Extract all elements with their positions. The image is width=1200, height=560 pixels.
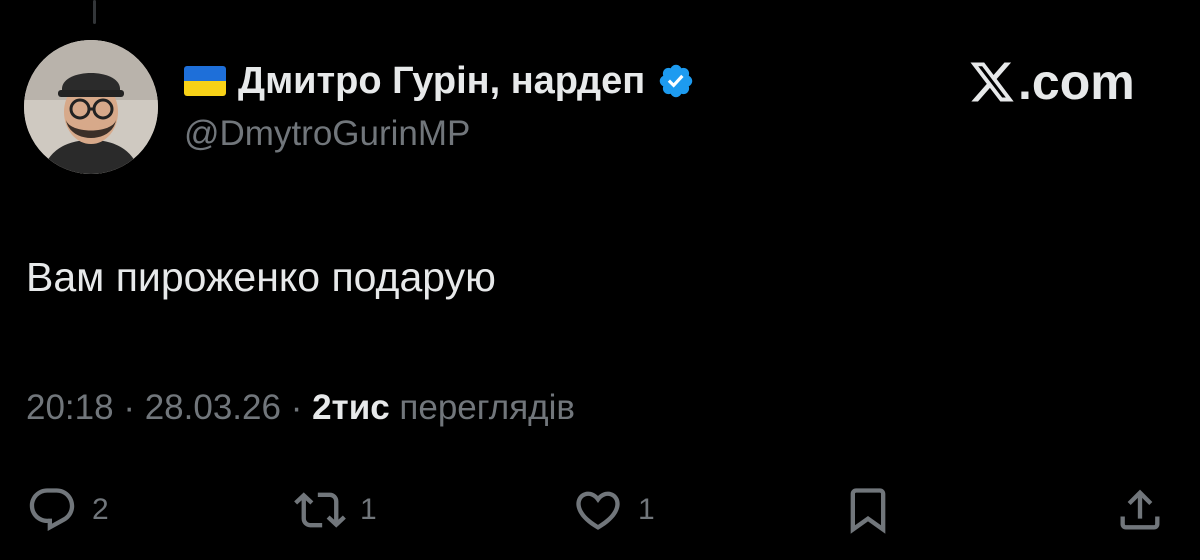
verified-badge-icon <box>657 62 695 100</box>
heart-icon <box>572 484 624 536</box>
retweet-count: 1 <box>360 493 377 526</box>
x-logo-icon <box>968 58 1016 106</box>
reply-icon <box>26 484 78 536</box>
brand-logo: .com <box>968 54 1135 110</box>
tweet-text: Вам пироженко подарую <box>26 254 496 300</box>
meta-separator: · <box>123 388 135 427</box>
like-button[interactable]: 1 <box>572 480 655 540</box>
share-icon <box>1114 484 1166 536</box>
reply-count: 2 <box>92 493 109 526</box>
tweet-meta: 20:18 · 28.03.26 · 2тис переглядів <box>26 388 575 428</box>
author-handle[interactable]: @DmytroGurinMP <box>184 114 470 154</box>
tweet-time[interactable]: 20:18 <box>26 388 114 427</box>
brand-domain-suffix: .com <box>1018 54 1135 110</box>
tweet-date[interactable]: 28.03.26 <box>145 388 281 427</box>
ukraine-flag-icon <box>184 66 226 96</box>
tweet-action-bar: 2 1 1 <box>0 480 1200 540</box>
views-count[interactable]: 2тис <box>312 388 390 427</box>
author-display-name[interactable]: Дмитро Гурін, нардеп <box>238 60 645 103</box>
like-count: 1 <box>638 493 655 526</box>
share-button[interactable] <box>1114 480 1166 540</box>
thread-connector-line <box>93 0 96 24</box>
retweet-icon <box>294 484 346 536</box>
meta-separator: · <box>290 388 303 427</box>
bookmark-button[interactable] <box>842 480 894 540</box>
views-label: переглядів <box>399 388 575 427</box>
bookmark-icon <box>842 484 894 536</box>
avatar[interactable] <box>24 40 158 174</box>
retweet-button[interactable]: 1 <box>294 480 377 540</box>
author-name-row[interactable]: Дмитро Гурін, нардеп <box>184 56 695 106</box>
reply-button[interactable]: 2 <box>26 480 109 540</box>
